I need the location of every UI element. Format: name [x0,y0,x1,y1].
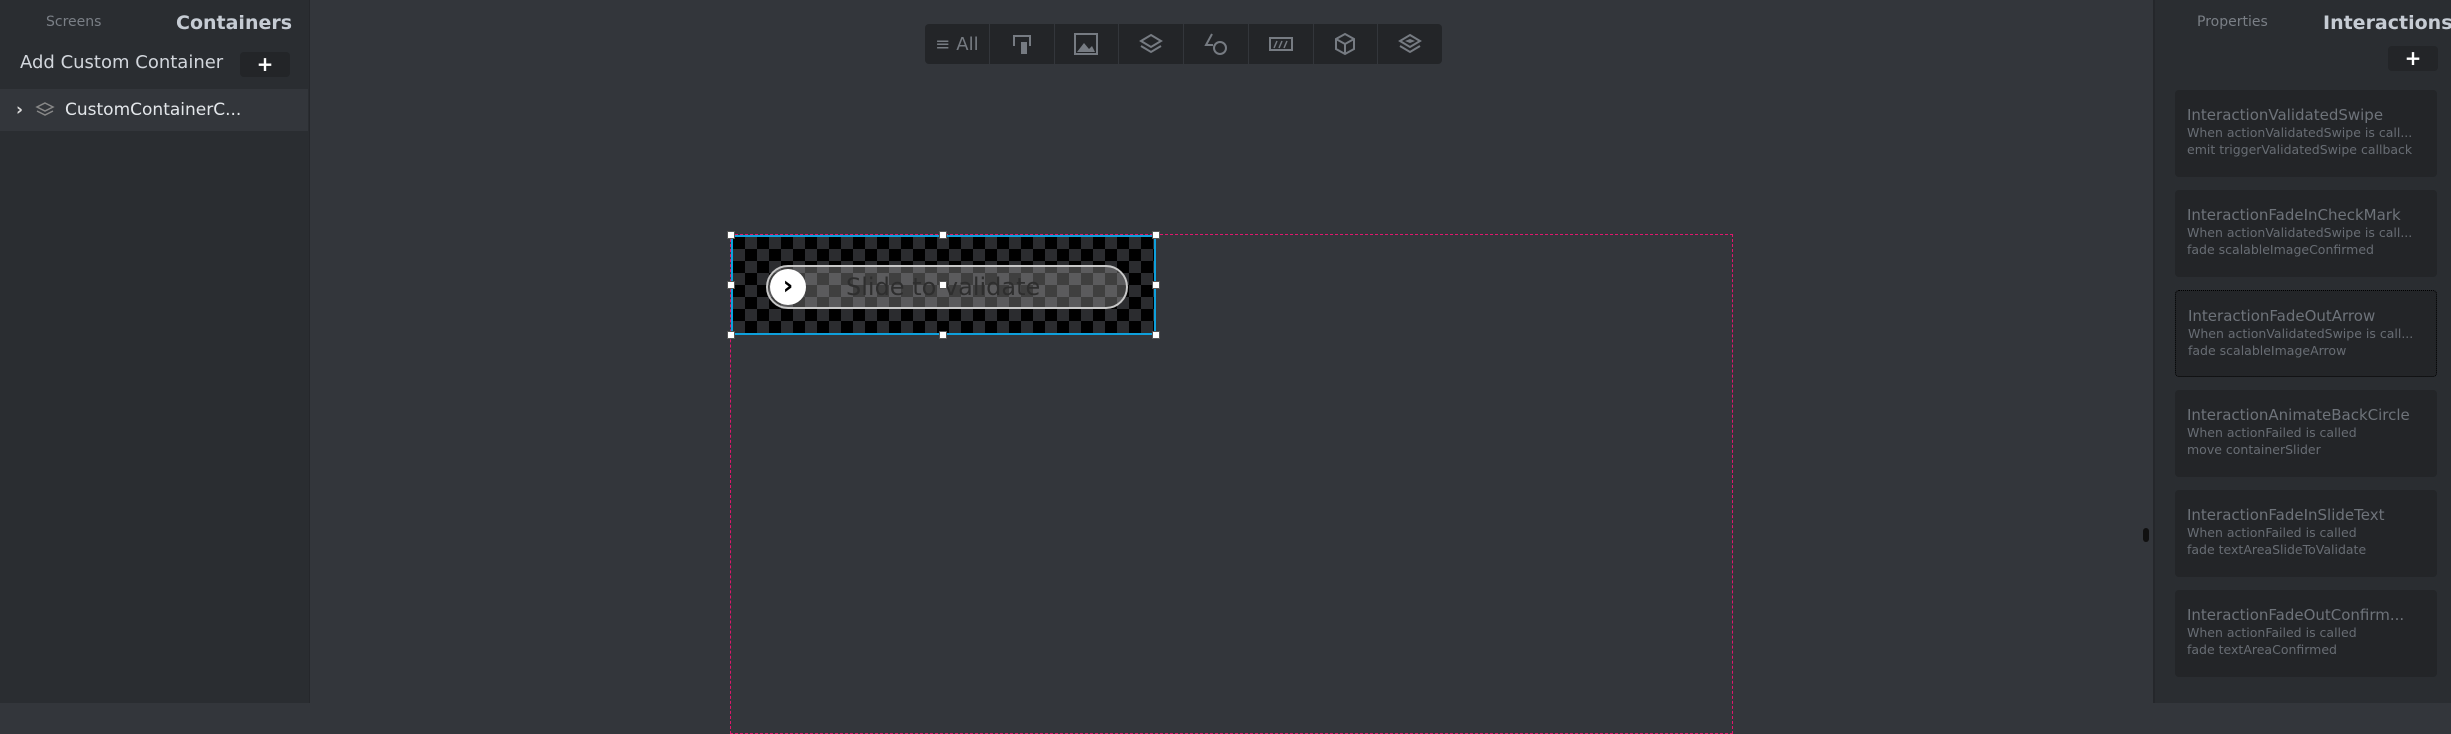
interaction-trigger: When actionFailed is called [2187,625,2357,640]
resize-handle-w[interactable] [727,281,735,289]
selected-custom-container[interactable]: › Slide to validate [727,231,1160,339]
tree-item-custom-container[interactable]: › CustomContainerC... [0,89,308,131]
interaction-trigger: When actionFailed is called [2187,425,2357,440]
tab-properties[interactable]: Properties [2197,14,2268,30]
move-handle[interactable] [939,281,947,289]
interaction-action: fade scalableImageArrow [2188,343,2347,358]
resize-handle-e[interactable] [1152,281,1160,289]
interaction-trigger: When actionValidatedSwipe is call... [2187,225,2413,240]
tab-containers[interactable]: Containers [176,12,292,34]
add-interaction-button[interactable]: + [2388,46,2438,71]
interaction-trigger: When actionFailed is called [2187,525,2357,540]
interaction-card[interactable]: InteractionFadeInCheckMark When actionVal… [2175,190,2437,277]
interaction-title: InteractionAnimateBackCircle [2187,406,2410,424]
interaction-trigger: When actionValidatedSwipe is call... [2187,125,2413,140]
tab-screens[interactable]: Screens [46,14,101,30]
filter-images-button[interactable] [1055,24,1120,64]
cube-icon [1335,32,1356,56]
widget-filter-toolbar: ≡ All [925,24,1442,64]
right-panel: Properties Interactions + InteractionVal… [2153,0,2451,703]
layers-icon [35,102,55,116]
interaction-action: move containerSlider [2187,442,2321,457]
interaction-action: fade textAreaSlideToValidate [2187,542,2367,557]
interaction-title: InteractionFadeInSlideText [2187,506,2385,524]
interaction-title: InteractionFadeInCheckMark [2187,206,2401,224]
layers-icon [1139,33,1164,54]
interaction-card[interactable]: InteractionFadeInSlideText When actionFai… [2175,490,2437,577]
add-container-button[interactable]: + [240,52,290,77]
interaction-card[interactable]: InteractionAnimateBackCircle When actionF… [2175,390,2437,477]
interaction-title: InteractionFadeOutConfirm... [2187,606,2405,624]
chevron-right-icon[interactable]: › [16,100,23,120]
resize-handle-s[interactable] [939,331,947,339]
filter-all-label: All [956,33,979,55]
slide-to-validate-slider[interactable]: › Slide to validate [766,265,1128,309]
filter-progress-button[interactable] [1249,24,1314,64]
interaction-title: InteractionFadeOutArrow [2188,307,2376,325]
resize-handle-sw[interactable] [727,331,735,339]
resize-handle-n[interactable] [939,231,947,239]
interaction-trigger: When actionValidatedSwipe is call... [2188,326,2414,341]
interaction-action: fade textAreaConfirmed [2187,642,2337,657]
stack-icon [1398,33,1423,54]
chevron-right-icon[interactable]: › [770,269,806,305]
filter-buttons-button[interactable] [990,24,1055,64]
interaction-action: emit triggerValidatedSwipe callback [2187,142,2413,157]
interaction-action: fade scalableImageConfirmed [2187,242,2374,257]
interaction-title: InteractionValidatedSwipe [2187,106,2384,124]
add-custom-container-label: Add Custom Container [20,52,224,73]
filter-all-button[interactable]: ≡ All [925,24,990,64]
interaction-card[interactable]: InteractionFadeOutArrow When actionValida… [2175,290,2437,377]
resize-handle-ne[interactable] [1152,231,1160,239]
filter-3d-button[interactable] [1314,24,1379,64]
interaction-card[interactable]: InteractionFadeOutConfirm... When actionF… [2175,590,2437,677]
menu-icon: ≡ [935,33,951,55]
shapes-icon [1204,33,1227,55]
filter-stack-button[interactable] [1378,24,1442,64]
tree-item-label: CustomContainerC... [65,100,242,120]
resize-handle-nw[interactable] [727,231,735,239]
image-icon [1074,33,1099,55]
resize-handle-se[interactable] [1152,331,1160,339]
progress-icon [1268,37,1293,51]
interaction-card[interactable]: InteractionValidatedSwipe When actionVali… [2175,90,2437,177]
left-panel: Screens Containers Add Custom Container … [0,0,310,703]
touch-icon [1012,35,1031,54]
filter-containers-button[interactable] [1119,24,1184,64]
tab-interactions[interactable]: Interactions [2323,12,2451,34]
panel-resize-handle[interactable] [2143,528,2149,542]
filter-shapes-button[interactable] [1184,24,1249,64]
